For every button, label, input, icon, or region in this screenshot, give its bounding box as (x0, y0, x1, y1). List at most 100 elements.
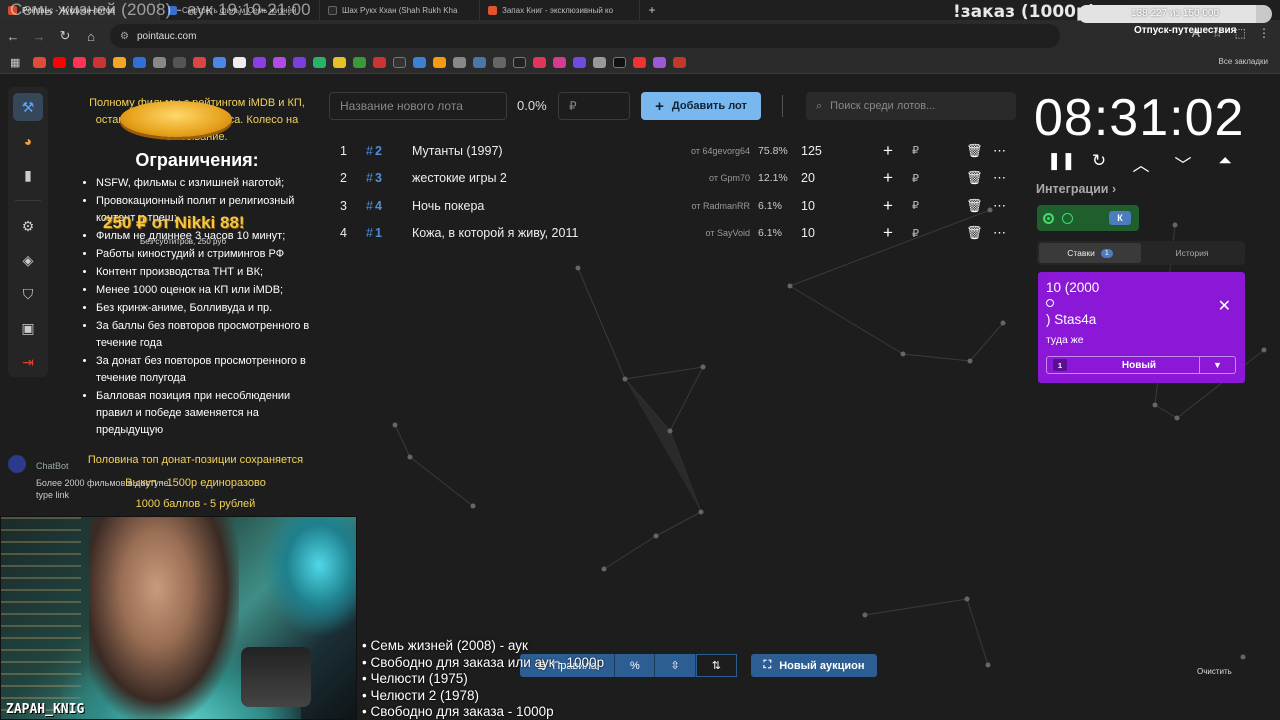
more-options-icon[interactable]: ⋯ (993, 225, 1007, 241)
vk-icon[interactable] (473, 57, 487, 68)
auction-hammer-icon[interactable]: ⚒ (13, 93, 43, 121)
ruble-icon[interactable]: ₽ (912, 144, 919, 157)
chevron-down-icon[interactable]: ﹀ (1173, 151, 1193, 176)
new-lot-name-input[interactable]: Название нового лота (329, 92, 507, 120)
ruble-icon[interactable]: ₽ (912, 172, 919, 185)
bookmark-icon[interactable] (593, 57, 607, 68)
bookmark-icon[interactable] (393, 57, 407, 68)
bookmark-icon[interactable] (573, 57, 587, 68)
bookmark-icon[interactable] (133, 57, 147, 68)
lot-amount[interactable]: 10 (801, 226, 815, 240)
lot-name[interactable]: Кожа, в которой я живу, 2011 (412, 226, 578, 240)
chevron-down-icon[interactable]: ▼ (1199, 357, 1235, 373)
bookmark-icon[interactable] (373, 57, 387, 68)
new-auction-button[interactable]: ⛶ Новый аукцион (751, 654, 877, 677)
bookmark-icon[interactable] (433, 57, 447, 68)
ruble-icon[interactable]: ₽ (912, 227, 919, 240)
reset-timer-icon[interactable]: ↻ (1089, 151, 1109, 176)
bookmark-icon[interactable] (493, 57, 507, 68)
apps-grid-icon[interactable]: ▦ (10, 56, 20, 69)
lot-amount[interactable]: 20 (801, 171, 815, 185)
lot-name[interactable]: Мутанты (1997) (412, 144, 503, 158)
lot-search-input[interactable]: ⌕ Поиск среди лотов... (806, 92, 1016, 120)
add-lot-button[interactable]: + Добавить лот (641, 92, 761, 120)
stats-chart-icon[interactable]: ▮ (13, 161, 43, 189)
back-icon[interactable]: ← (0, 29, 26, 44)
trash-icon[interactable]: 🗑 (966, 198, 983, 214)
bookmark-icon[interactable] (233, 57, 247, 68)
video-library-icon[interactable]: ▣ (13, 314, 43, 342)
all-bookmarks-link[interactable]: Все закладки (1219, 57, 1268, 66)
new-tab-button[interactable]: + (640, 3, 664, 17)
lot-name[interactable]: жестокие игры 2 (412, 171, 507, 185)
lot-name[interactable]: Ночь покера (412, 199, 484, 213)
bookmark-icon[interactable] (193, 57, 207, 68)
pause-icon[interactable]: ❚❚ (1047, 151, 1076, 176)
wheel-icon[interactable]: ◕ (13, 127, 43, 155)
forward-icon[interactable]: → (26, 29, 52, 44)
close-icon[interactable]: ✕ (1218, 296, 1231, 316)
lot-add-amount-icon[interactable]: + (883, 168, 893, 188)
bookmark-icon[interactable] (653, 57, 667, 68)
lot-amount[interactable]: 125 (801, 144, 822, 158)
integration-active-icon[interactable] (1043, 212, 1054, 224)
reload-icon[interactable]: ↻ (52, 28, 78, 44)
bookmark-icon[interactable] (293, 57, 307, 68)
bid-lot-select[interactable]: 1 Новый ▼ (1046, 356, 1236, 374)
trash-icon[interactable]: 🗑 (966, 170, 983, 186)
lot-amount[interactable]: 10 (801, 199, 815, 213)
integration-inactive-icon[interactable] (1062, 212, 1073, 224)
browser-tab-zapah-knig[interactable]: Запах Книг - эксклюзивный ко (480, 0, 640, 20)
logout-icon[interactable]: ⇥ (13, 348, 43, 376)
trash-icon[interactable]: 🗑 (966, 225, 983, 241)
percent-toggle-button[interactable]: % (615, 654, 656, 677)
more-options-icon[interactable]: ⋯ (993, 143, 1007, 159)
more-options-icon[interactable]: ⋯ (993, 198, 1007, 214)
chevron-up-icon[interactable]: ︿ (1131, 151, 1151, 176)
layers-icon[interactable]: ◈ (13, 246, 43, 274)
bookmark-icon[interactable] (73, 57, 87, 68)
clear-button[interactable]: Очистить (1197, 667, 1232, 676)
new-lot-amount-input[interactable]: ₽ (558, 92, 630, 120)
bookmark-icon[interactable] (213, 57, 227, 68)
site-info-icon[interactable]: ⚙ (120, 31, 129, 42)
twitch-icon[interactable] (253, 57, 267, 68)
home-icon[interactable]: ⌂ (78, 29, 104, 44)
trash-icon[interactable]: 🗑 (966, 143, 983, 159)
bookmark-icon[interactable] (533, 57, 547, 68)
lot-add-amount-icon[interactable]: + (883, 223, 893, 243)
bookmark-icon[interactable] (173, 57, 187, 68)
mail-icon[interactable] (113, 57, 127, 68)
bookmark-icon[interactable] (33, 57, 47, 68)
bookmark-icon[interactable] (153, 57, 167, 68)
bookmark-icon[interactable] (313, 57, 327, 68)
browser-tab-shahrukh[interactable]: Шах Рукх Кхан (Shah Rukh Kha (320, 0, 480, 20)
url-field[interactable]: ⚙ pointauc.com (110, 24, 1060, 48)
settings-gear-icon[interactable]: ⚙ (13, 212, 43, 240)
double-chevron-up-icon[interactable]: ⏶ (1215, 151, 1235, 176)
bookmark-icon[interactable] (273, 57, 287, 68)
bookmark-icon[interactable] (413, 57, 427, 68)
tab-bids[interactable]: Ставки 1 (1039, 243, 1141, 263)
bookmark-icon[interactable] (333, 57, 347, 68)
youtube-icon[interactable] (53, 57, 67, 68)
bookmark-icon[interactable] (513, 57, 527, 68)
lot-add-amount-icon[interactable]: + (883, 141, 893, 161)
bookmark-icon[interactable] (673, 57, 687, 68)
menu-icon[interactable]: ⋮ (1258, 26, 1270, 40)
ruble-icon[interactable]: ₽ (912, 199, 919, 212)
integrations-link[interactable]: Интеграции › (1036, 182, 1116, 196)
vk-integration-icon[interactable]: К (1109, 211, 1131, 225)
bookmark-icon[interactable] (553, 57, 567, 68)
lot-add-amount-icon[interactable]: + (883, 196, 893, 216)
bookmark-icon[interactable] (613, 57, 627, 68)
tab-history[interactable]: История (1141, 243, 1243, 263)
sort-toggle-button[interactable]: ⇅ (695, 654, 738, 677)
bookmark-icon[interactable] (453, 57, 467, 68)
shield-icon[interactable]: ⛉ (13, 280, 43, 308)
bookmark-icon[interactable] (353, 57, 367, 68)
bookmark-icon[interactable] (633, 57, 647, 68)
align-toggle-button[interactable]: ⇳ (655, 654, 696, 677)
more-options-icon[interactable]: ⋯ (993, 170, 1007, 186)
bookmark-icon[interactable] (93, 57, 107, 68)
